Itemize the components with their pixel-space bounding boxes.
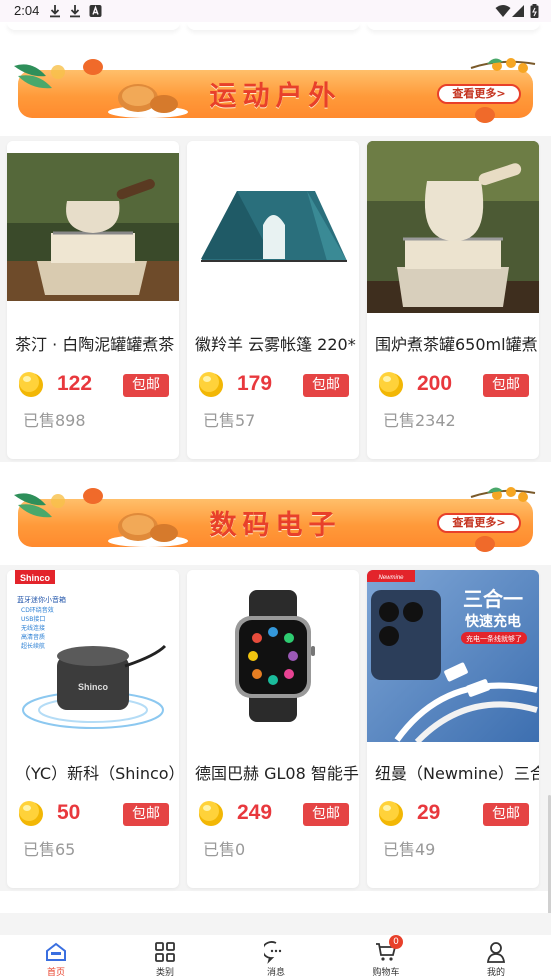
tab-messages[interactable]: 消息 bbox=[246, 935, 306, 979]
download-icon bbox=[50, 5, 60, 18]
brand-logo-text: Shinco bbox=[20, 573, 51, 583]
free-shipping-badge: 包邮 bbox=[123, 803, 169, 826]
free-shipping-badge: 包邮 bbox=[483, 374, 529, 397]
free-shipping-badge: 包邮 bbox=[303, 803, 349, 826]
tab-label: 首页 bbox=[46, 968, 65, 978]
product-price: 179 bbox=[237, 372, 273, 395]
tab-label: 类别 bbox=[155, 968, 174, 978]
sold-count: 已售65 bbox=[23, 840, 76, 859]
tab-profile[interactable]: 我的 bbox=[466, 935, 526, 979]
cart-count-badge: 0 bbox=[389, 935, 403, 949]
product-name: 围炉煮茶罐650ml罐煮 bbox=[375, 335, 538, 354]
image-caption: CD环绕音效 bbox=[21, 606, 54, 614]
product-card[interactable]: 围炉煮茶罐650ml罐煮 200 包邮 已售2342 bbox=[367, 141, 539, 459]
home-icon bbox=[46, 942, 66, 961]
brand-logo-text: Newmine bbox=[378, 575, 404, 581]
product-card[interactable]: Newmine 三合一 快速充电 充电一条线就够了 纽曼（Newmine）三合 … bbox=[367, 570, 539, 888]
product-price: 122 bbox=[57, 372, 93, 395]
product-price: 29 bbox=[417, 801, 441, 824]
lantern-decoration-icon bbox=[475, 536, 495, 552]
coin-icon bbox=[379, 801, 403, 826]
product-name: 徽羚羊 云雾帐篷 220* bbox=[195, 335, 356, 354]
person-icon bbox=[486, 942, 506, 963]
image-caption: 三合一 bbox=[463, 587, 523, 611]
previous-cards-edge bbox=[0, 22, 551, 32]
tab-cart[interactable]: 0 购物车 bbox=[356, 935, 416, 979]
download-icon bbox=[70, 5, 80, 18]
image-caption: 快速充电 bbox=[465, 613, 521, 630]
tab-category[interactable]: 类别 bbox=[135, 935, 195, 979]
app-notification-icon bbox=[89, 5, 102, 17]
image-caption: 高清音质 bbox=[21, 633, 45, 641]
product-image bbox=[187, 570, 359, 742]
tab-label: 购物车 bbox=[372, 968, 400, 978]
lantern-decoration-icon bbox=[475, 107, 495, 123]
branch-decoration-icon bbox=[470, 58, 536, 73]
tab-label: 消息 bbox=[266, 968, 285, 978]
signal-icon bbox=[512, 5, 524, 17]
tab-label: 我的 bbox=[486, 968, 505, 978]
product-price: 50 bbox=[57, 801, 81, 824]
coin-icon bbox=[19, 372, 43, 397]
category-grid-icon bbox=[155, 942, 175, 962]
product-image bbox=[7, 141, 179, 313]
chat-bubble-icon bbox=[264, 941, 282, 964]
product-card[interactable]: 德国巴赫 GL08 智能手 249 包邮 已售0 bbox=[187, 570, 359, 888]
tab-home[interactable]: 首页 bbox=[26, 935, 86, 979]
image-caption: 无线连接 bbox=[21, 624, 45, 632]
coin-icon bbox=[199, 372, 223, 397]
sold-count: 已售898 bbox=[23, 411, 86, 430]
product-name: 茶汀 · 白陶泥罐罐煮茶 bbox=[15, 335, 175, 354]
branch-decoration-icon bbox=[470, 487, 536, 502]
product-card[interactable]: Shinco 蓝牙迷你小音箱 CD环绕音效 USB接口 无线连接 高清音质 超长… bbox=[7, 570, 179, 888]
image-caption: 超长续航 bbox=[21, 642, 45, 650]
sold-count: 已售2342 bbox=[383, 411, 456, 430]
coin-icon bbox=[199, 801, 223, 826]
sold-count: 已售49 bbox=[383, 840, 436, 859]
content-bottom-spacer bbox=[0, 913, 551, 935]
brand-logo-text: Shinco bbox=[78, 682, 109, 692]
status-time: 2:04 bbox=[14, 3, 40, 18]
status-bar: 2:04 bbox=[0, 0, 551, 22]
product-price: 200 bbox=[417, 372, 453, 395]
product-image: Newmine 三合一 快速充电 充电一条线就够了 bbox=[367, 570, 539, 742]
product-name: （YC）新科（Shinco） bbox=[15, 764, 179, 783]
product-card[interactable]: 茶汀 · 白陶泥罐罐煮茶 122 包邮 已售898 bbox=[7, 141, 179, 459]
product-image: Shinco 蓝牙迷你小音箱 CD环绕音效 USB接口 无线连接 高清音质 超长… bbox=[7, 570, 179, 742]
image-caption: 蓝牙迷你小音箱 bbox=[17, 595, 66, 604]
coin-icon bbox=[379, 372, 403, 397]
image-caption: 充电一条线就够了 bbox=[466, 634, 522, 643]
product-name: 德国巴赫 GL08 智能手 bbox=[195, 764, 359, 783]
sold-count: 已售57 bbox=[203, 411, 256, 430]
free-shipping-badge: 包邮 bbox=[483, 803, 529, 826]
sold-count: 已售0 bbox=[203, 840, 246, 859]
section-banner-sports[interactable]: 运动户外 查看更多> bbox=[14, 58, 536, 123]
free-shipping-badge: 包邮 bbox=[123, 374, 169, 397]
product-image bbox=[367, 141, 539, 313]
product-image bbox=[187, 141, 359, 313]
wifi-icon bbox=[495, 5, 511, 17]
free-shipping-badge: 包邮 bbox=[303, 374, 349, 397]
product-card[interactable]: 徽羚羊 云雾帐篷 220* 179 包邮 已售57 bbox=[187, 141, 359, 459]
battery-icon bbox=[530, 4, 539, 18]
image-caption: USB接口 bbox=[21, 615, 45, 623]
coin-icon bbox=[19, 801, 43, 826]
bottom-tab-bar: 首页 类别 消息 0 购物车 我的 bbox=[0, 935, 551, 979]
product-name: 纽曼（Newmine）三合 bbox=[375, 764, 539, 783]
section-banner-digital[interactable]: 数码电子 查看更多> bbox=[14, 487, 536, 552]
product-price: 249 bbox=[237, 801, 273, 824]
